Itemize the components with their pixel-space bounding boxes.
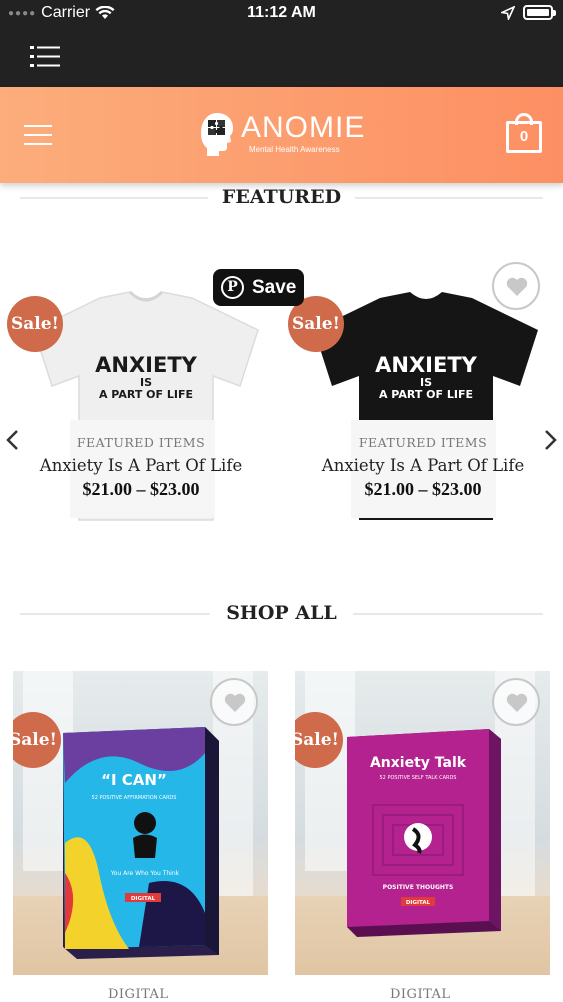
featured-product-card[interactable]: ANXIETY IS A PART OF LIFE Sale! FEATURED… — [282, 230, 563, 530]
heart-icon — [224, 693, 246, 712]
clock: 11:12 AM — [247, 4, 316, 21]
featured-heading: FEATURED — [20, 184, 543, 212]
product-price: $21.00 – $23.00 — [82, 479, 200, 499]
box-note: You Are Who You Think — [110, 870, 180, 877]
shirt-text-3: A PART OF LIFE — [99, 388, 193, 401]
product-category[interactable]: FEATURED ITEMS — [282, 435, 563, 450]
box-subtitle: 52 POSITIVE AFFIRMATION CARDS — [92, 795, 177, 801]
wishlist-button[interactable] — [492, 678, 540, 726]
status-bar: ●●●● Carrier 11:12 AM — [0, 0, 563, 28]
shop-all-heading: SHOP ALL — [20, 600, 543, 628]
wishlist-button[interactable] — [210, 678, 258, 726]
divider — [355, 197, 543, 199]
app-top-bar — [0, 28, 563, 87]
location-arrow-icon — [501, 5, 515, 20]
site-header: ANOMIE Mental Health Awareness 0 — [0, 87, 563, 183]
cart-count: 0 — [506, 121, 542, 153]
i-can-card-box: “I CAN” 52 POSITIVE AFFIRMATION CARDS Yo… — [63, 727, 219, 959]
product-name[interactable]: Anxiety Is A Part Of Life — [282, 456, 563, 475]
product-price: $21.00 – $23.00 — [364, 479, 482, 499]
box-title: Anxiety Talk — [370, 755, 467, 771]
shop-product-image[interactable]: Anxiety Talk 52 POSITIVE SELF TALK CARDS… — [295, 671, 550, 975]
heart-icon — [506, 277, 528, 296]
shirt-text-1: ANXIETY — [375, 353, 478, 377]
shirt-text-3: A PART OF LIFE — [379, 388, 473, 401]
sale-badge: Sale! — [7, 296, 63, 352]
anxiety-talk-card-box: Anxiety Talk 52 POSITIVE SELF TALK CARDS… — [347, 729, 501, 937]
head-puzzle-logo-icon — [201, 113, 233, 156]
hamburger-menu-icon[interactable] — [24, 125, 52, 145]
pin-save-label: Save — [252, 276, 297, 298]
battery-icon — [523, 5, 556, 20]
product-category[interactable]: FEATURED ITEMS — [0, 435, 282, 450]
site-logo[interactable]: ANOMIE Mental Health Awareness — [199, 111, 365, 157]
box-title: “I CAN” — [101, 771, 167, 789]
box-subtitle: 52 POSITIVE SELF TALK CARDS — [380, 775, 457, 781]
box-badge: DIGITAL — [406, 900, 431, 906]
shirt-text-1: ANXIETY — [95, 353, 198, 377]
heart-icon — [506, 693, 528, 712]
list-menu-icon[interactable] — [30, 46, 60, 68]
wishlist-button[interactable] — [492, 262, 540, 310]
shop-product-image[interactable]: “I CAN” 52 POSITIVE AFFIRMATION CARDS Yo… — [13, 671, 268, 975]
cart-button[interactable]: 0 — [506, 113, 542, 153]
product-name[interactable]: Anxiety Is A Part Of Life — [0, 456, 282, 475]
carousel-next-icon[interactable] — [540, 428, 560, 452]
brand-tagline: Mental Health Awareness — [249, 145, 340, 154]
pinterest-save-button[interactable]: P Save — [213, 269, 304, 306]
divider — [353, 613, 543, 615]
pinterest-icon: P — [221, 276, 244, 299]
status-right — [501, 5, 556, 20]
carousel-prev-icon[interactable] — [3, 428, 23, 452]
brand-name: ANOMIE — [241, 111, 366, 144]
box-note: POSITIVE THOUGHTS — [383, 884, 454, 891]
box-badge: DIGITAL — [131, 896, 156, 902]
